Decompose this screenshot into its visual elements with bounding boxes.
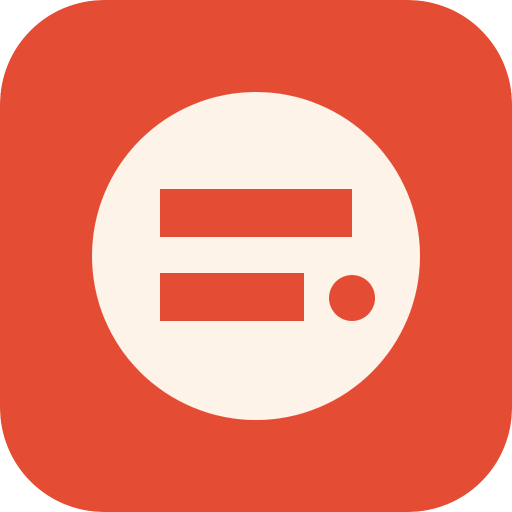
icon-disc (92, 92, 420, 420)
bottom-bar-icon (160, 273, 304, 321)
dot-icon (329, 275, 375, 321)
top-bar-icon (160, 189, 352, 237)
app-icon-artwork (0, 0, 512, 512)
app-icon[interactable] (0, 0, 512, 512)
